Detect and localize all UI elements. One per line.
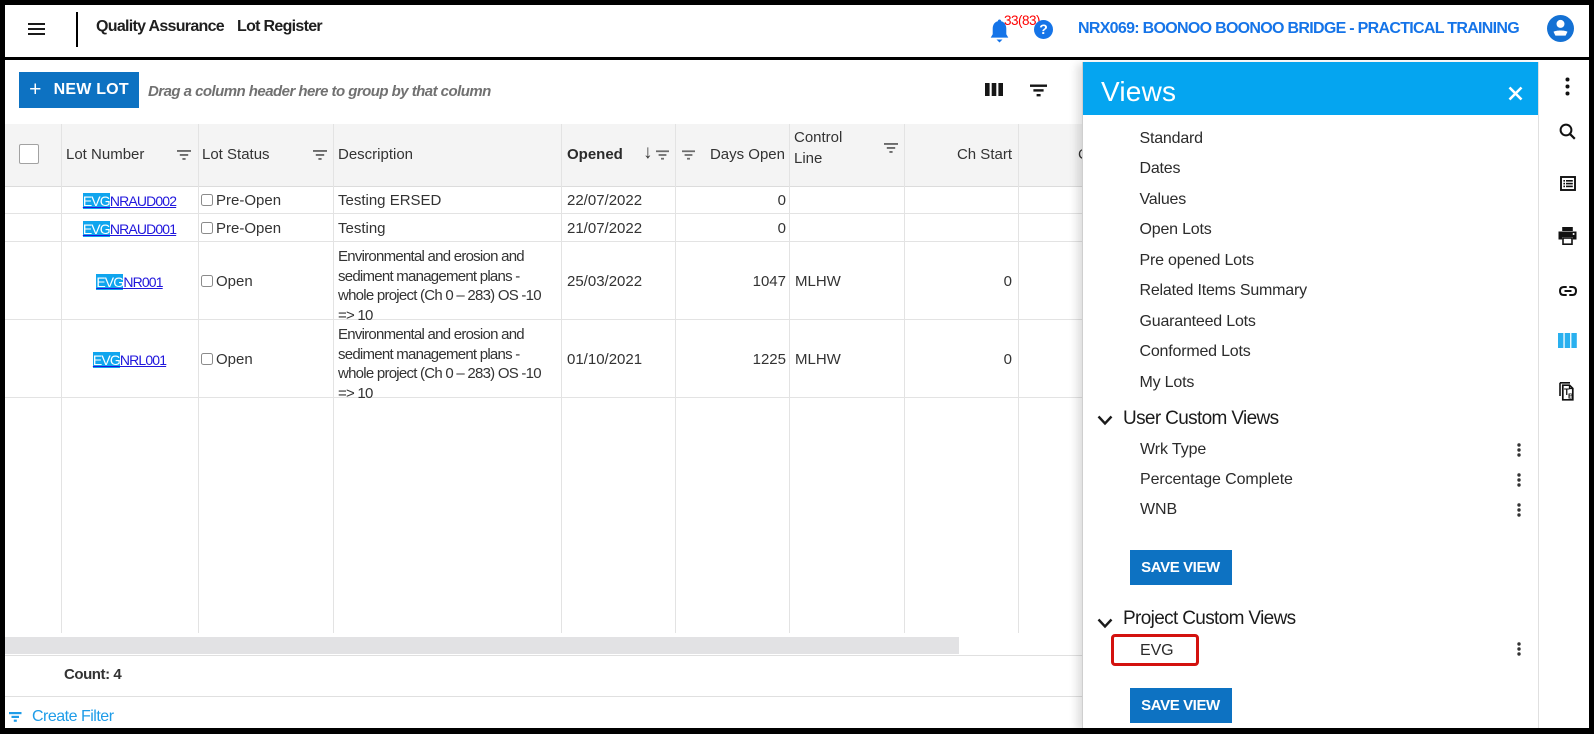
svg-text:B: B — [1568, 391, 1574, 400]
